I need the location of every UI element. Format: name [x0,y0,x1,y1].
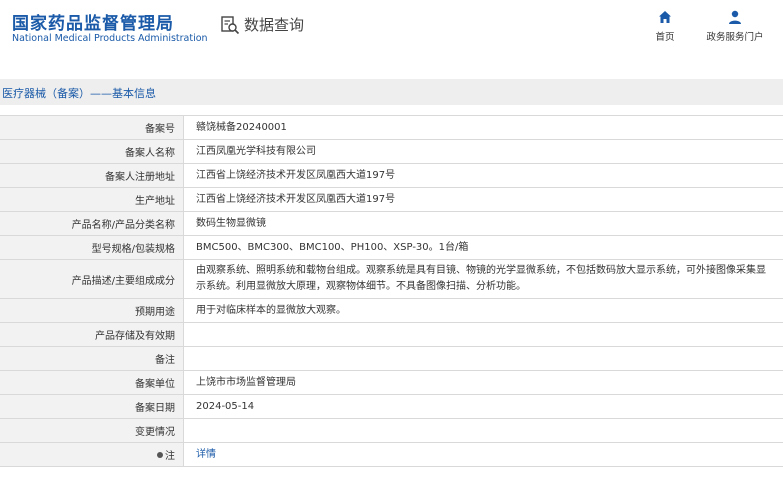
user-icon [729,10,741,24]
row-value [184,323,783,346]
table-row: 备案人注册地址 江西省上饶经济技术开发区凤凰西大道197号 [0,164,783,188]
data-query-label: 数据查询 [244,16,305,34]
row-label: 产品存储及有效期 [0,323,184,346]
row-label: 型号规格/包装规格 [0,236,184,259]
document-search-icon [221,15,240,34]
nav-home[interactable]: 首页 [652,9,678,43]
row-label: 产品名称/产品分类名称 [0,212,184,235]
row-label: 备案号 [0,116,184,139]
row-label-note: 注 [0,443,184,466]
table-row: 备案日期 2024-05-14 [0,395,783,419]
row-label: 备案人注册地址 [0,164,184,187]
row-label: 备案日期 [0,395,184,418]
row-label: 备案单位 [0,371,184,394]
table-row: 备案单位 上饶市市场监督管理局 [0,371,783,395]
table-row: 备注 [0,347,783,371]
table-row: 型号规格/包装规格 BMC500、BMC300、BMC100、PH100、XSP… [0,236,783,260]
row-value: 江西省上饶经济技术开发区凤凰西大道197号 [196,169,396,181]
logo-title[interactable]: 国家药品监督管理局 [12,9,174,34]
nav-gov-label: 政务服务门户 [706,32,764,43]
details-link[interactable]: 详情 [196,447,216,463]
info-table: 备案号 赣饶械备20240001 备案人名称 江西凤凰光学科技有限公司 备案人注… [0,115,783,467]
nav-home-label: 首页 [655,32,675,43]
table-row: 注 详情 [0,443,783,467]
table-row: 预期用途 用于对临床样本的显微放大观察。 [0,299,783,323]
row-label: 备注 [0,347,184,370]
data-query-link[interactable]: 数据查询 [220,14,304,35]
row-value: 由观察系统、照明系统和载物台组成。观察系统是具有目镜、物镜的光学显微系统，不包括… [196,265,766,292]
row-value: 详情 [184,443,783,466]
row-value: 上饶市市场监督管理局 [196,376,296,388]
row-value [184,347,783,370]
table-row: 备案人名称 江西凤凰光学科技有限公司 [0,140,783,164]
note-label-wrap: 注 [157,447,175,462]
row-label: 变更情况 [0,419,184,442]
table-row: 产品描述/主要组成成分 由观察系统、照明系统和载物台组成。观察系统是具有目镜、物… [0,260,783,299]
row-label: 生产地址 [0,188,184,211]
table-row: 变更情况 [0,419,783,443]
row-label: 产品描述/主要组成成分 [0,260,184,298]
row-value: 江西省上饶经济技术开发区凤凰西大道197号 [196,193,396,205]
row-value: BMC500、BMC300、BMC100、PH100、XSP-30。1台/箱 [196,241,469,253]
page-title: 医疗器械（备案）——基本信息 [2,87,156,100]
row-label: 备案人名称 [0,140,184,163]
table-row: 备案号 赣饶械备20240001 [0,116,783,140]
row-value: 2024-05-14 [196,400,255,412]
table-row: 生产地址 江西省上饶经济技术开发区凤凰西大道197号 [0,188,783,212]
table-row: 产品名称/产品分类名称 数码生物显微镜 [0,212,783,236]
row-label: 预期用途 [0,299,184,322]
table-row: 产品存储及有效期 [0,323,783,347]
nav-gov-portal[interactable]: 政务服务门户 [702,9,768,43]
home-icon [659,11,671,23]
section-title-band: 医疗器械（备案）——基本信息 [0,79,783,105]
row-value: 赣饶械备20240001 [196,121,287,133]
row-value: 数码生物显微镜 [196,217,266,229]
row-value: 江西凤凰光学科技有限公司 [196,145,316,157]
row-value [184,419,783,442]
row-value: 用于对临床样本的显微放大观察。 [196,304,346,316]
logo-subtitle: National Medical Products Administration [12,33,208,44]
header: 国家药品监督管理局 National Medical Products Admi… [0,0,783,60]
bullet-dot-icon [157,451,163,458]
note-label-text: 注 [165,451,175,462]
